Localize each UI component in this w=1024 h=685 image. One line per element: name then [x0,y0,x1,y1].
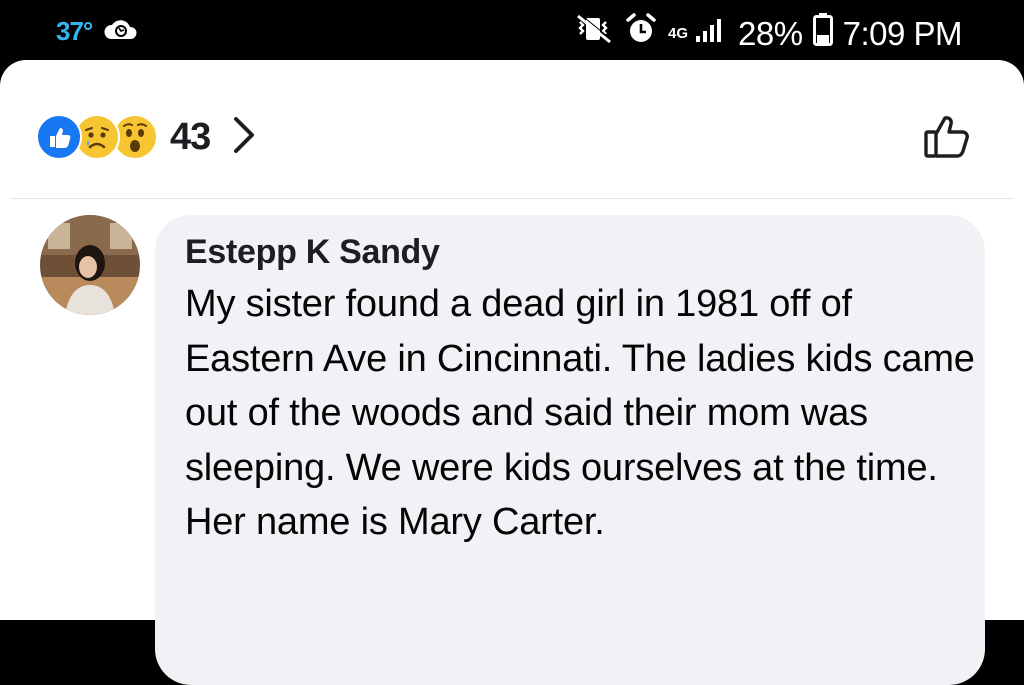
vibrate-mute-icon [574,13,614,54]
network-type: 4G [668,24,689,42]
comment-author[interactable]: Estepp K Sandy [185,233,440,272]
comment-text: My sister found a dead girl in 1981 off … [185,283,975,543]
divider [10,198,1014,199]
signal-icon [694,14,728,53]
battery-percent: 28% [738,14,803,52]
battery-icon [812,12,833,55]
comments-sheet: 43 Estepp K Sandy My sister found a dead… [0,60,1024,685]
like-button[interactable] [920,108,976,167]
avatar[interactable] [40,215,140,315]
status-left: 37° [56,14,140,49]
chevron-right-icon[interactable] [232,115,256,160]
cloud-icon [102,14,140,49]
thumbs-up-icon [920,116,976,166]
temperature: 37° [56,16,93,46]
status-right: 4G 28% 7:09 PM [574,12,963,55]
comment-bubble[interactable]: Estepp K Sandy My sister found a dead gi… [155,215,985,685]
status-bar: 37° 4G 28% 7:09 PM [0,0,1024,62]
clock: 7:09 PM [842,14,963,52]
reactions-summary[interactable]: 43 [36,112,256,162]
alarm-icon [624,12,658,55]
like-reaction-icon [36,114,82,160]
reaction-count: 43 [170,115,211,158]
